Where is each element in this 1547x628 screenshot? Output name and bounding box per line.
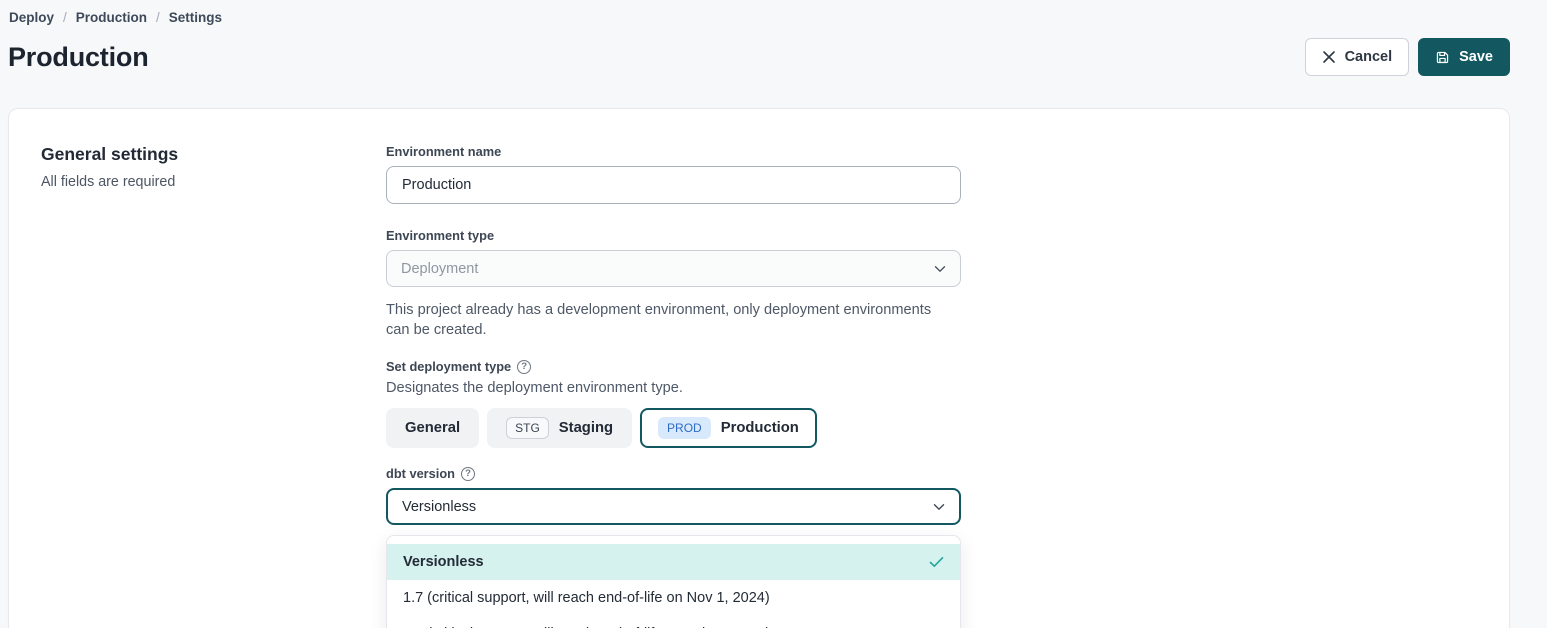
- environment-settings-form: Environment name Environment type Deploy…: [386, 144, 961, 628]
- environment-name-field: Environment name: [386, 144, 961, 204]
- breadcrumb-separator: /: [63, 10, 67, 25]
- dbt-version-field: dbt version ? Versionless Versionless: [386, 466, 961, 628]
- dbt-version-option-1-6[interactable]: 1.6 (critical support, will reach end-of…: [387, 616, 960, 628]
- cancel-button[interactable]: Cancel: [1305, 38, 1410, 76]
- deployment-type-field: Set deployment type ? Designates the dep…: [386, 359, 961, 448]
- environment-type-value: Deployment: [401, 261, 478, 277]
- dbt-version-dropdown: Versionless 1.7 (critical support, will …: [386, 535, 961, 628]
- section-heading: General settings All fields are required: [41, 144, 386, 190]
- deployment-type-options: General STG Staging PROD Production: [386, 408, 961, 448]
- page-header: Production Cancel Save: [8, 38, 1510, 76]
- dbt-version-select[interactable]: Versionless: [386, 488, 961, 525]
- page: Deploy / Production / Settings Productio…: [0, 0, 1547, 628]
- save-button-label: Save: [1459, 49, 1493, 65]
- environment-name-input[interactable]: [386, 166, 961, 204]
- option-label: 1.7 (critical support, will reach end-of…: [403, 590, 770, 606]
- dbt-version-option-1-7[interactable]: 1.7 (critical support, will reach end-of…: [387, 580, 960, 616]
- breadcrumb-production[interactable]: Production: [76, 10, 147, 25]
- floppy-disk-icon: [1435, 50, 1450, 65]
- general-settings-card: General settings All fields are required…: [8, 108, 1510, 628]
- question-circle-icon[interactable]: ?: [517, 360, 531, 374]
- breadcrumb-deploy[interactable]: Deploy: [9, 10, 54, 25]
- chevron-down-icon: [933, 503, 945, 511]
- cancel-button-label: Cancel: [1345, 49, 1393, 65]
- environment-type-select[interactable]: Deployment: [386, 250, 961, 287]
- section-title: General settings: [41, 144, 386, 165]
- deployment-type-general-button[interactable]: General: [386, 408, 479, 448]
- dbt-version-label: dbt version ?: [386, 466, 961, 481]
- deployment-type-production-button[interactable]: PROD Production: [640, 408, 817, 448]
- x-icon: [1322, 50, 1336, 64]
- deployment-type-description: Designates the deployment environment ty…: [386, 380, 961, 396]
- environment-type-field: Environment type Deployment This project…: [386, 228, 961, 340]
- check-icon: [929, 556, 944, 568]
- header-actions: Cancel Save: [1305, 38, 1510, 76]
- deployment-type-label-text: Set deployment type: [386, 359, 511, 374]
- dbt-version-option-versionless[interactable]: Versionless: [387, 544, 960, 580]
- section-subtitle: All fields are required: [41, 174, 386, 190]
- environment-name-label: Environment name: [386, 144, 961, 159]
- breadcrumb-settings[interactable]: Settings: [169, 10, 222, 25]
- production-button-label: Production: [721, 420, 799, 436]
- breadcrumb: Deploy / Production / Settings: [8, 10, 1510, 25]
- dbt-version-value: Versionless: [402, 499, 476, 515]
- dbt-version-label-text: dbt version: [386, 466, 455, 481]
- general-button-label: General: [405, 420, 460, 436]
- environment-type-helper: This project already has a development e…: [386, 300, 934, 340]
- deployment-type-label: Set deployment type ?: [386, 359, 961, 374]
- page-title: Production: [8, 42, 149, 73]
- staging-badge: STG: [506, 417, 549, 439]
- question-circle-icon[interactable]: ?: [461, 467, 475, 481]
- breadcrumb-separator: /: [156, 10, 160, 25]
- prod-badge: PROD: [658, 417, 711, 439]
- environment-type-label: Environment type: [386, 228, 961, 243]
- staging-button-label: Staging: [559, 420, 613, 436]
- chevron-down-icon: [934, 265, 946, 273]
- deployment-type-staging-button[interactable]: STG Staging: [487, 408, 632, 448]
- save-button[interactable]: Save: [1418, 38, 1510, 76]
- option-label: Versionless: [403, 554, 484, 570]
